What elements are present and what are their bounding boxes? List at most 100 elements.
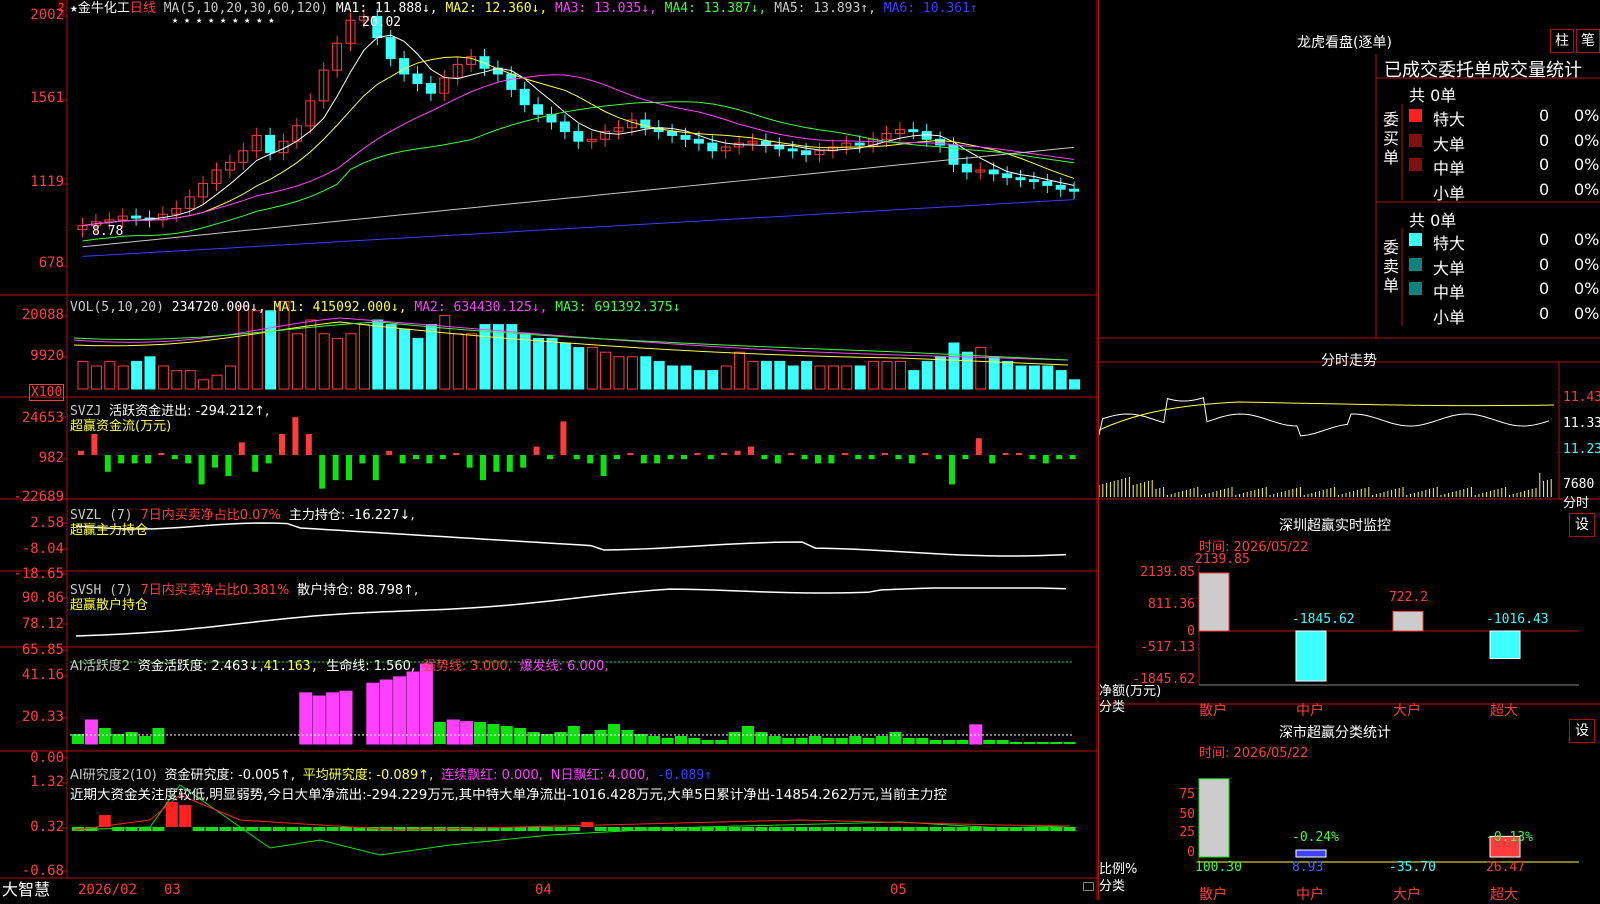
flow-bar (828, 455, 835, 464)
sell-total: 共 0单 (1409, 211, 1457, 230)
tick-mode-button[interactable]: 笔 (1576, 29, 1600, 53)
volume-bar (935, 356, 947, 390)
ytick-label: 0 (1187, 845, 1195, 860)
candle-body (131, 215, 142, 219)
flow-bar (627, 453, 634, 455)
volume-bar (291, 333, 303, 390)
flow-bar (305, 434, 312, 455)
intraday-vol-unit: 分时 (1563, 496, 1590, 511)
chart-area[interactable]: ★金牛化工日线 MA(5,10,20,30,60,120) MA1: 11.88… (0, 0, 1098, 900)
volume-bar (801, 360, 813, 390)
intraday-title[interactable]: 分时走势 (1321, 350, 1377, 370)
flow-bar (118, 455, 125, 464)
period-label[interactable]: 日线 (130, 1, 156, 16)
volume-bar (693, 370, 705, 390)
buy-total: 共 0单 (1409, 86, 1457, 105)
ma6-line (82, 199, 1075, 257)
flow-bar (560, 421, 567, 455)
ytick-label: 75 (1179, 787, 1195, 802)
candle-body (908, 129, 919, 133)
category-label: 特大 (1433, 110, 1466, 129)
ai1-desc: 资金活跃度: 2.463↓, (137, 659, 264, 674)
activity-bar-strong (299, 692, 313, 745)
category-label: 散户 (1199, 703, 1227, 719)
research-bar-down (795, 827, 808, 831)
flow-bar (922, 453, 929, 455)
category-label: 大单 (1433, 258, 1466, 278)
ai1-title: AI活跃度2 (70, 659, 130, 674)
research-bar-down (460, 827, 473, 831)
volume-bar (171, 370, 183, 390)
flow-bar (292, 417, 299, 455)
activity-bar (1063, 742, 1076, 744)
activity-bar (782, 738, 795, 744)
activity-bar (728, 732, 741, 744)
ma3-line (82, 74, 1075, 227)
svzj-ytick: -22689 (13, 489, 64, 505)
ma4-value: MA4: 13.387↓, (664, 1, 767, 16)
research-bar-down (902, 827, 915, 831)
ai2-ytick: -0.68 (21, 863, 64, 879)
category-label: 中单 (1433, 283, 1466, 302)
flow-bar (439, 455, 446, 460)
lock-icon[interactable] (1083, 882, 1094, 891)
volume-bar (787, 365, 799, 390)
flow-bar (801, 455, 808, 460)
category-label: 小单 (1433, 183, 1466, 203)
activity-bar-strong (419, 663, 433, 745)
category-swatch (1409, 133, 1422, 147)
volume-bar (358, 324, 370, 390)
ai2-v5: -0.089↑ (657, 768, 712, 783)
szcls-settings-button[interactable]: 设 (1569, 719, 1595, 743)
ytick-label: 0 (1187, 624, 1195, 639)
kline-chart[interactable] (0, 0, 1098, 900)
volume-bar (814, 365, 826, 390)
research-bar-down (246, 827, 259, 831)
research-bar-down (340, 827, 352, 831)
bar-mode-button[interactable]: 柱 (1550, 29, 1574, 53)
star-icon: ★ (70, 1, 78, 16)
flow-bar (748, 446, 754, 455)
activity-bar (822, 738, 835, 744)
research-bar-down (889, 827, 902, 831)
activity-bar-strong (366, 682, 380, 745)
flow-bar (1029, 455, 1036, 460)
vol-ma1-line (73, 321, 1069, 366)
vol-ytick: 9920 (30, 348, 64, 364)
activity-bar (876, 736, 888, 744)
research-bar-down (554, 827, 567, 831)
bar-value-label: -1016.43 (1486, 612, 1549, 627)
ai1-v2: 41.163, (263, 659, 319, 674)
volume-bar (1002, 360, 1014, 390)
intraday-ytick: 11.33 (1563, 416, 1600, 431)
category-label: 超大 (1490, 703, 1518, 719)
flow-bar (319, 455, 326, 489)
ytick-label: -1845.62 (1132, 672, 1195, 687)
flow-bar (681, 455, 687, 460)
volume-bar (908, 370, 920, 390)
xaxis-label: 05 (890, 882, 907, 898)
volume-bar (332, 337, 344, 390)
stock-name[interactable]: 金牛化工 (78, 1, 130, 16)
bar-value-label: -35.70 (1389, 860, 1436, 875)
flow-bar (158, 453, 165, 455)
szmon-settings-button[interactable]: 设 (1569, 513, 1595, 537)
volume-bar (734, 351, 746, 390)
research-bar-down (1063, 827, 1076, 831)
research-bar-down (929, 827, 942, 831)
volume-bar (961, 351, 973, 390)
category-swatch (1409, 183, 1422, 196)
ai1-ytick: 0.00 (30, 750, 64, 766)
app-name: 大智慧 (2, 880, 51, 899)
candle-body (1069, 188, 1080, 192)
candle-body (1015, 177, 1026, 181)
activity-bar (768, 736, 781, 744)
vol-unit-button[interactable]: X100 (29, 384, 65, 401)
category-count: 0 (1539, 130, 1550, 150)
flow-bar (1056, 455, 1063, 460)
volume-bar (372, 319, 384, 390)
activity-bar (139, 736, 151, 744)
volume-bar (747, 360, 759, 390)
candle-body (559, 121, 570, 133)
volume-bar (144, 356, 156, 390)
